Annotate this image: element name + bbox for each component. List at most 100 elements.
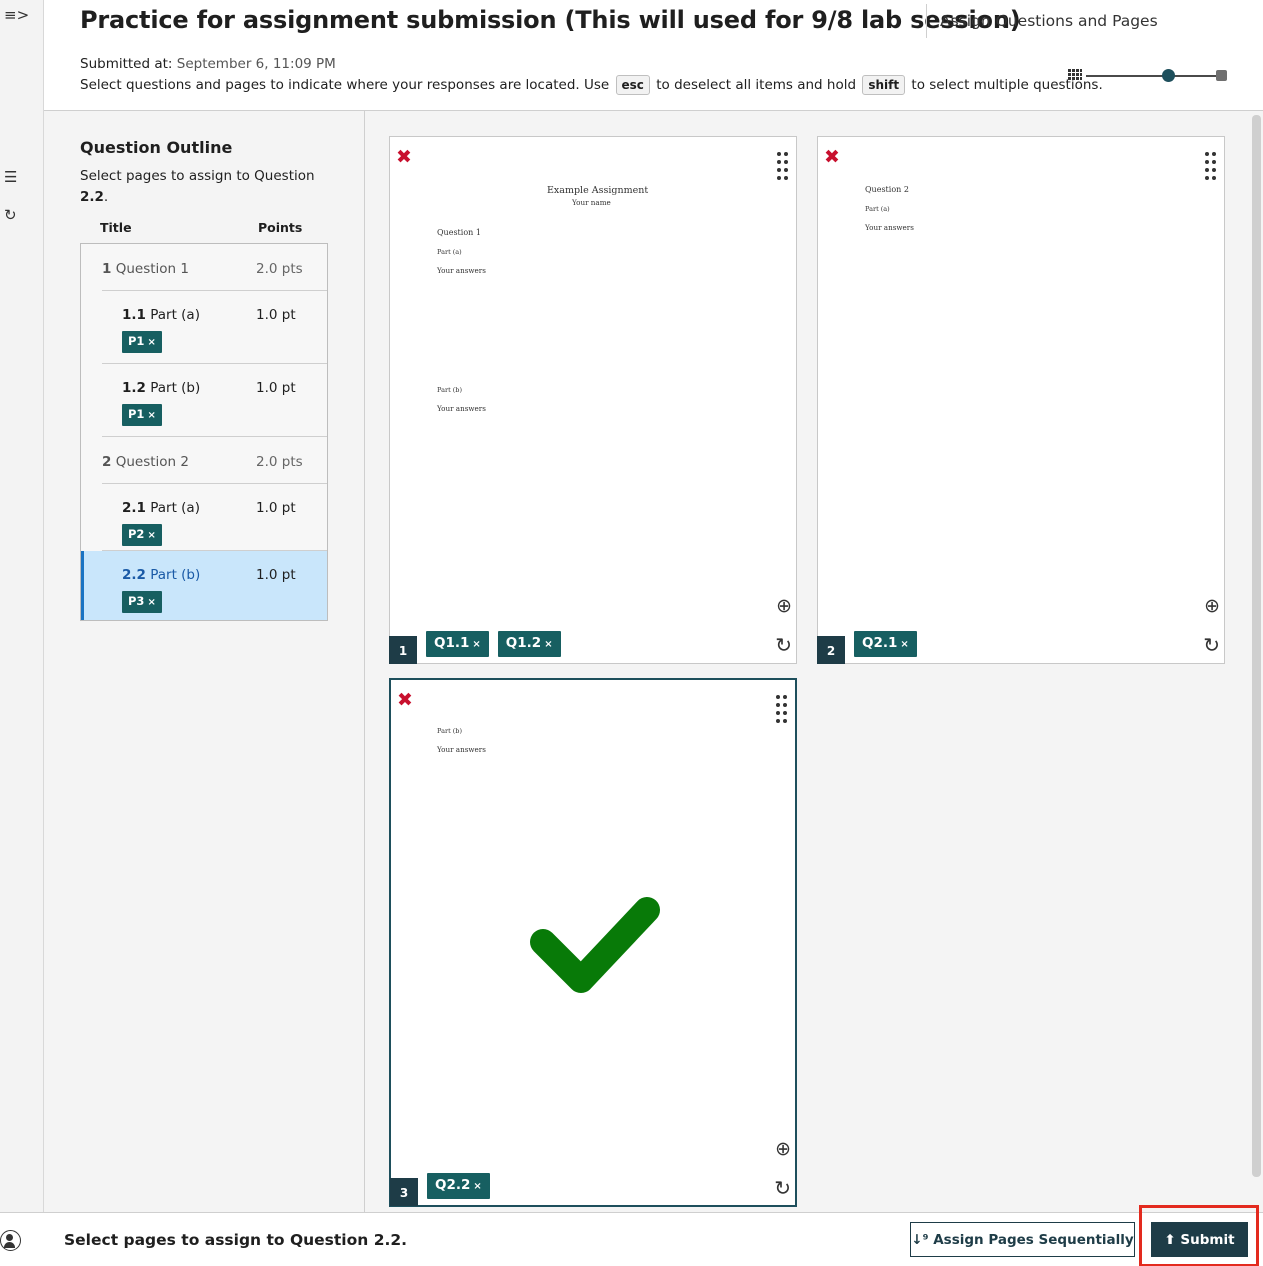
doc-answers-a: Your answers xyxy=(865,223,914,232)
left-rail: ≡> ☰ ↻ xyxy=(0,0,44,1266)
delete-page-icon[interactable]: ✖ xyxy=(397,689,413,711)
submitted-value: September 6, 11:09 PM xyxy=(176,56,336,72)
question-outline-panel: Question Outline Select pages to assign … xyxy=(44,111,365,1212)
zoom-in-icon[interactable]: ⊕ xyxy=(775,1138,791,1160)
doc-heading: Example Assignment xyxy=(547,185,649,196)
part-label: 2.2 Part (b) xyxy=(122,567,201,583)
drag-handle-icon[interactable] xyxy=(776,152,790,180)
outline-subtitle-suffix: . xyxy=(103,189,109,205)
question-tag-q1-1[interactable]: Q1.1 × xyxy=(426,631,489,657)
zoom-in-icon[interactable]: ⊕ xyxy=(1204,595,1220,617)
instructions: Select questions and pages to indicate w… xyxy=(80,75,1103,95)
remove-tag-icon[interactable]: × xyxy=(147,597,155,608)
title-divider xyxy=(926,4,927,38)
column-points: Points xyxy=(258,220,303,235)
question-row-2-1[interactable]: 2.1 Part (a) 1.0 pt P2 × xyxy=(102,484,327,551)
instructions-text-1: Select questions and pages to indicate w… xyxy=(80,77,610,93)
doc-answers-b: Your answers xyxy=(437,745,486,754)
delete-page-icon[interactable]: ✖ xyxy=(824,146,840,168)
upload-icon: ⬆ xyxy=(1164,1231,1176,1248)
question-label: 1 Question 1 xyxy=(102,261,189,277)
question-tag-q1-2[interactable]: Q1.2 × xyxy=(497,631,561,657)
drag-handle-icon[interactable] xyxy=(775,695,789,723)
remove-tag-icon[interactable]: × xyxy=(147,530,155,541)
question-row-1[interactable]: 1 Question 1 2.0 pts xyxy=(102,244,327,291)
page-card-1[interactable]: ✖ Example Assignment Your name Question … xyxy=(389,136,797,664)
part-points: 1.0 pt xyxy=(256,567,296,583)
shift-key: shift xyxy=(862,75,906,95)
page-card-2[interactable]: ✖ Question 2 Part (a) Your answers ⊕ ↻ 2… xyxy=(817,136,1225,664)
outline-subtitle-question: 2.2 xyxy=(80,189,104,205)
doc-part-a: Part (a) xyxy=(865,205,890,213)
remove-tag-icon[interactable]: × xyxy=(544,639,552,650)
question-points: 2.0 pts xyxy=(256,261,303,277)
page-tag-p3[interactable]: P3 × xyxy=(122,591,162,613)
zoom-in-icon[interactable]: ⊕ xyxy=(776,595,792,617)
remove-tag-icon[interactable]: × xyxy=(472,639,480,650)
status-message: Select pages to assign to Question 2.2. xyxy=(64,1231,408,1249)
pages-scrollbar[interactable] xyxy=(1252,115,1261,1177)
pages-area: ✖ Example Assignment Your name Question … xyxy=(365,111,1263,1212)
question-tag-q2-1[interactable]: Q2.1 × xyxy=(854,631,917,657)
doc-subheading: Your name xyxy=(572,198,611,207)
submitted-label: Submitted at: xyxy=(80,56,173,72)
doc-answers-a: Your answers xyxy=(437,266,486,275)
page-number: 1 xyxy=(389,636,417,664)
part-label: 1.1 Part (a) xyxy=(122,307,200,323)
rotate-icon[interactable]: ↻ xyxy=(775,633,792,657)
rotate-icon[interactable]: ↻ xyxy=(1203,633,1220,657)
grid-view-icon xyxy=(1068,69,1082,85)
question-row-1-2[interactable]: 1.2 Part (b) 1.0 pt P1 × xyxy=(102,364,327,437)
page-tags: Q2.1 × xyxy=(854,631,917,657)
question-row-2-2-selected[interactable]: 2.2 Part (b) 1.0 pt P3 × xyxy=(81,551,327,620)
selected-checkmark-icon xyxy=(530,897,660,993)
page-card-3-selected[interactable]: ✖ Part (b) Your answers ⊕ ↻ 3 Q2.2 × xyxy=(389,678,797,1207)
page-tags: Q1.1 × Q1.2 × xyxy=(426,631,561,657)
assign-pages-sequentially-button[interactable]: ↓⁹ Assign Pages Sequentially xyxy=(910,1222,1135,1257)
part-points: 1.0 pt xyxy=(256,307,296,323)
page-tag-p1[interactable]: P1 × xyxy=(122,404,162,426)
breadcrumb: Assign Questions and Pages xyxy=(940,12,1158,30)
esc-key: esc xyxy=(615,75,650,95)
question-row-1-1[interactable]: 1.1 Part (a) 1.0 pt P1 × xyxy=(102,291,327,364)
submitted-at: Submitted at: September 6, 11:09 PM xyxy=(80,56,336,72)
doc-part-b: Part (b) xyxy=(437,727,462,735)
page-tag-p1[interactable]: P1 × xyxy=(122,331,162,353)
expand-sidebar-icon[interactable]: ≡> xyxy=(0,6,44,24)
drag-handle-icon[interactable] xyxy=(1204,152,1218,180)
doc-question-title: Question 2 xyxy=(865,185,909,194)
question-points: 2.0 pts xyxy=(256,454,303,470)
part-points: 1.0 pt xyxy=(256,500,296,516)
instructions-text-2: to deselect all items and hold xyxy=(656,77,857,93)
page-title: Practice for assignment submission (This… xyxy=(80,6,1021,34)
part-label: 1.2 Part (b) xyxy=(122,380,201,396)
refresh-icon[interactable]: ↻ xyxy=(0,206,44,224)
doc-question-title: Question 1 xyxy=(437,228,481,237)
user-avatar-icon[interactable] xyxy=(0,1230,21,1251)
page-number: 3 xyxy=(390,1178,418,1206)
page-header: Practice for assignment submission (This… xyxy=(44,0,1263,111)
doc-part-a: Part (a) xyxy=(437,248,462,256)
page-tag-p2[interactable]: P2 × xyxy=(122,524,162,546)
remove-tag-icon[interactable]: × xyxy=(900,639,908,650)
zoom-slider-track[interactable] xyxy=(1086,75,1220,77)
part-points: 1.0 pt xyxy=(256,380,296,396)
question-row-2[interactable]: 2 Question 2 2.0 pts xyxy=(102,437,327,484)
sort-numeric-icon: ↓⁹ xyxy=(911,1231,929,1248)
delete-page-icon[interactable]: ✖ xyxy=(396,146,412,168)
doc-part-b: Part (b) xyxy=(437,386,462,394)
outline-subtitle: Select pages to assign to Question 2.2. xyxy=(80,166,330,208)
question-label: 2 Question 2 xyxy=(102,454,189,470)
outline-list-icon[interactable]: ☰ xyxy=(0,168,44,186)
remove-tag-icon[interactable]: × xyxy=(473,1181,481,1192)
question-table: 1 Question 1 2.0 pts 1.1 Part (a) 1.0 pt… xyxy=(80,243,328,621)
question-tag-q2-2[interactable]: Q2.2 × xyxy=(427,1173,490,1199)
rotate-icon[interactable]: ↻ xyxy=(774,1176,791,1200)
remove-tag-icon[interactable]: × xyxy=(147,410,155,421)
single-page-view-icon xyxy=(1216,70,1227,81)
outline-subtitle-prefix: Select pages to assign to Question xyxy=(80,168,315,184)
zoom-slider-handle[interactable] xyxy=(1162,69,1175,82)
remove-tag-icon[interactable]: × xyxy=(147,337,155,348)
doc-answers-b: Your answers xyxy=(437,404,486,413)
submit-button[interactable]: ⬆ Submit xyxy=(1151,1222,1248,1257)
